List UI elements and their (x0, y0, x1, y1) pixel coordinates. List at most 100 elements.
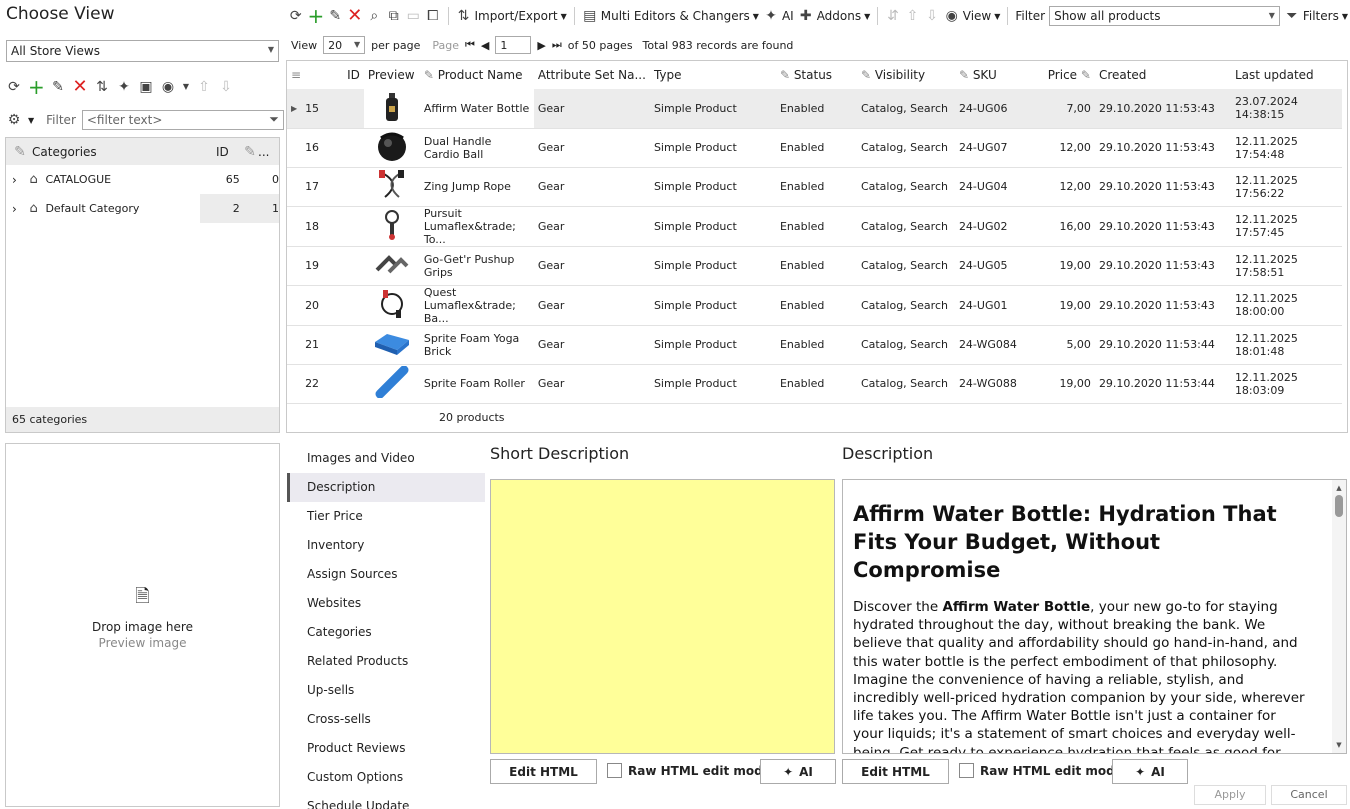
tab-assign-sources[interactable]: Assign Sources (287, 560, 485, 589)
table-row[interactable]: 20 Quest Lumaflex&trade; Ba... Gear Simple … (287, 285, 1342, 326)
cell-status[interactable]: Enabled (775, 325, 857, 365)
short-description-editor[interactable] (490, 479, 835, 754)
cell-created[interactable]: 29.10.2020 11:53:43 (1094, 246, 1231, 286)
add-icon[interactable]: + (28, 77, 45, 97)
cell-id[interactable]: 22 (301, 364, 364, 404)
cell-visibility[interactable]: Catalog, Search (856, 89, 955, 129)
add-icon[interactable]: + (308, 6, 325, 26)
cell-status[interactable]: Enabled (775, 206, 857, 247)
tab-product-reviews[interactable]: Product Reviews (287, 734, 485, 763)
col-id[interactable]: ID (301, 61, 364, 89)
cancel-button[interactable]: Cancel (1271, 785, 1347, 805)
scroll-down-icon[interactable]: ▼ (1332, 741, 1346, 749)
per-page-select[interactable]: 20 ▼ (323, 36, 366, 54)
description-editor[interactable]: Affirm Water Bottle: Hydration That Fits… (842, 479, 1347, 754)
page-input[interactable]: 1 (495, 36, 532, 54)
import-export-button[interactable]: ⇅ Import/Export ▼ (455, 8, 567, 24)
cell-visibility[interactable]: Catalog, Search (856, 325, 955, 365)
cell-type[interactable]: Simple Product (649, 89, 776, 129)
tab-related-products[interactable]: Related Products (287, 647, 485, 676)
cell-product-name[interactable]: Dual Handle Cardio Ball (419, 128, 534, 168)
duplicate-icon[interactable]: ⧠ (425, 8, 441, 24)
cell-price[interactable]: 19,00 (1026, 364, 1095, 404)
cell-visibility[interactable]: Catalog, Search (856, 167, 955, 207)
tree-row-default-category[interactable]: › ⌂ Default Category 2 1 (6, 194, 279, 223)
col-sku[interactable]: SKU (973, 68, 997, 82)
cell-type[interactable]: Simple Product (649, 325, 776, 365)
cell-preview[interactable] (363, 285, 420, 326)
cell-sku[interactable]: 24-UG05 (954, 246, 1027, 286)
cell-last-updated[interactable]: 12.11.2025 17:56:22 (1230, 167, 1342, 207)
cell-visibility[interactable]: Catalog, Search (856, 206, 955, 247)
col-last-updated[interactable]: Last updated (1231, 61, 1342, 89)
cell-attribute-set[interactable]: Gear (533, 167, 650, 207)
category-filter-input[interactable]: <filter text> ⏷ (81, 110, 284, 130)
copy-icon[interactable]: ⧉ (386, 8, 402, 24)
cell-id[interactable]: 15 (301, 89, 364, 129)
tree-header-categories[interactable]: Categories (32, 145, 216, 159)
desc-ai-button[interactable]: ✦ AI (1112, 759, 1188, 784)
cell-price[interactable]: 12,00 (1026, 167, 1095, 207)
cell-attribute-set[interactable]: Gear (533, 128, 650, 168)
tab-schedule-update[interactable]: Schedule Update (287, 792, 485, 809)
cell-preview[interactable] (363, 128, 420, 168)
cell-product-name[interactable]: Zing Jump Rope (419, 167, 534, 207)
cell-product-name[interactable]: Affirm Water Bottle (419, 89, 534, 129)
cell-status[interactable]: Enabled (775, 246, 857, 286)
cell-type[interactable]: Simple Product (649, 206, 776, 247)
expand-chevron-icon[interactable]: › (12, 202, 26, 216)
desc-raw-html-checkbox[interactable]: Raw HTML edit mode (959, 763, 1123, 778)
cell-attribute-set[interactable]: Gear (533, 89, 650, 129)
table-row[interactable]: 19 Go-Get'r Pushup Grips Gear Simple Produc… (287, 246, 1342, 286)
short-edit-html-button[interactable]: Edit HTML (490, 759, 597, 784)
image-icon[interactable]: ▣ (138, 79, 154, 95)
multi-editors-button[interactable]: ▤ Multi Editors & Changers ▼ (582, 8, 759, 24)
cell-preview[interactable] (363, 325, 420, 365)
table-row[interactable]: 17 Zing Jump Rope Gear Simple Product Enable… (287, 167, 1342, 207)
tree-header-more[interactable]: ... (258, 145, 269, 159)
cell-last-updated[interactable]: 12.11.2025 18:01:48 (1230, 325, 1342, 365)
cell-created[interactable]: 29.10.2020 11:53:44 (1094, 364, 1231, 404)
cell-product-name[interactable]: Go-Get'r Pushup Grips (419, 246, 534, 286)
product-filter-select[interactable]: Show all products ▼ (1049, 6, 1280, 26)
addons-button[interactable]: ✚ Addons ▼ (798, 8, 870, 24)
cell-status[interactable]: Enabled (775, 128, 857, 168)
col-preview[interactable]: Preview (364, 61, 420, 89)
cell-status[interactable]: Enabled (775, 167, 857, 207)
cell-id[interactable]: 18 (301, 206, 364, 247)
cell-last-updated[interactable]: 12.11.2025 18:00:00 (1230, 285, 1342, 326)
refresh-icon[interactable]: ⟳ (6, 79, 22, 95)
apply-button[interactable]: Apply (1194, 785, 1266, 805)
table-row[interactable]: 21 Sprite Foam Yoga Brick Gear Simple Produ… (287, 325, 1342, 365)
eye-icon[interactable]: ◉ (160, 79, 176, 95)
cell-sku[interactable]: 24-WG088 (954, 364, 1027, 404)
cell-created[interactable]: 29.10.2020 11:53:43 (1094, 206, 1231, 247)
edit-pencil-icon[interactable]: ✎ (328, 8, 344, 24)
tab-inventory[interactable]: Inventory (287, 531, 485, 560)
table-row[interactable]: ▶ 15 Affirm Water Bottle Gear Simple Product… (287, 89, 1342, 129)
cell-visibility[interactable]: Catalog, Search (856, 128, 955, 168)
next-page-icon[interactable]: ▶ (537, 39, 545, 52)
expand-chevron-icon[interactable]: › (12, 173, 26, 187)
search-icon[interactable]: ⌕ (367, 8, 383, 24)
cell-product-name[interactable]: Pursuit Lumaflex&trade; To... (419, 206, 534, 247)
cell-id[interactable]: 21 (301, 325, 364, 365)
cell-attribute-set[interactable]: Gear (533, 285, 650, 326)
cell-status[interactable]: Enabled (775, 285, 857, 326)
sort-arrows-icon[interactable]: ⇅ (94, 79, 110, 95)
tab-websites[interactable]: Websites (287, 589, 485, 618)
cell-preview[interactable] (363, 89, 420, 129)
cell-attribute-set[interactable]: Gear (533, 206, 650, 247)
checkbox-box[interactable] (959, 763, 974, 778)
cell-attribute-set[interactable]: Gear (533, 325, 650, 365)
scroll-thumb[interactable] (1335, 495, 1343, 517)
cell-preview[interactable] (363, 206, 420, 247)
cell-last-updated[interactable]: 12.11.2025 18:03:09 (1230, 364, 1342, 404)
cell-preview[interactable] (363, 246, 420, 286)
cell-price[interactable]: 12,00 (1026, 128, 1095, 168)
short-raw-html-checkbox[interactable]: Raw HTML edit mode (607, 763, 771, 778)
cell-product-name[interactable]: Quest Lumaflex&trade; Ba... (419, 285, 534, 326)
cell-product-name[interactable]: Sprite Foam Yoga Brick (419, 325, 534, 365)
cell-sku[interactable]: 24-UG07 (954, 128, 1027, 168)
cell-attribute-set[interactable]: Gear (533, 246, 650, 286)
